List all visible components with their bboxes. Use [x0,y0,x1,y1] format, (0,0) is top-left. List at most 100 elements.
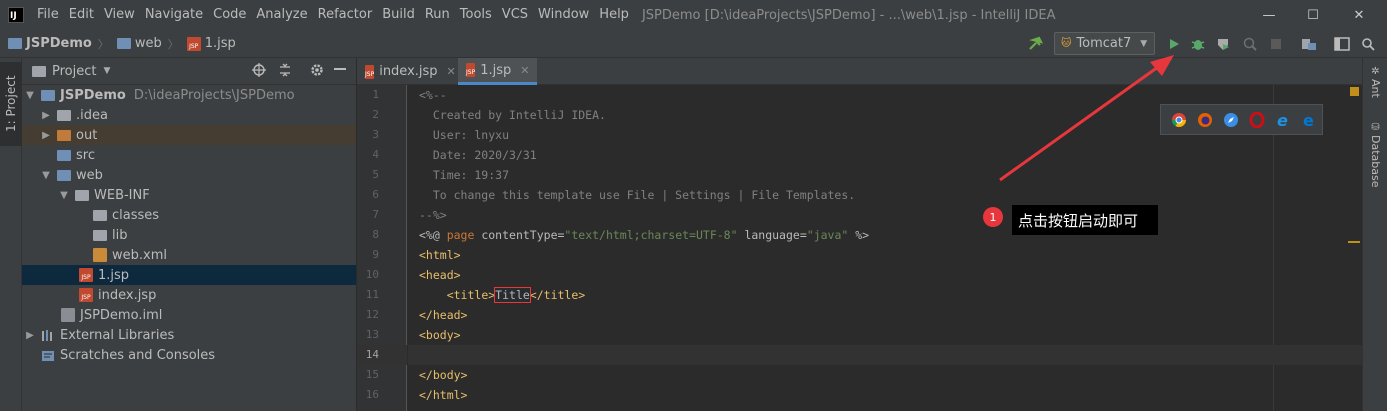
attribute-name: language= [737,228,807,242]
locate-target-icon[interactable] [252,63,266,81]
database-tab-label: Database [1369,135,1382,188]
search-button[interactable] [1357,33,1379,55]
code-line-7: --%> [419,208,447,222]
opera-icon[interactable] [1245,108,1269,132]
database-tool-tab[interactable]: ⛁ Database [1363,122,1387,192]
breadcrumb-file[interactable]: JSP 1.jsp [186,36,236,51]
profile-button[interactable] [1239,33,1261,55]
close-tab-icon[interactable]: ✕ [447,65,456,78]
error-stripe-marker[interactable] [1348,241,1360,243]
gear-icon[interactable] [310,63,324,81]
tab-1-jsp[interactable]: JSP 1.jsp ✕ [458,58,537,85]
editor-tab-bar: JSP index.jsp ✕ JSP 1.jsp ✕ [357,58,1362,85]
jsp-file-icon: JSP [466,63,476,77]
project-structure-icon [1302,39,1316,50]
tree-item-label: classes [112,207,160,223]
menu-vcs[interactable]: VCS [497,0,533,30]
line-number: 15 [365,368,379,381]
warning-marker-icon[interactable] [1350,87,1359,96]
menu-view[interactable]: View [99,0,140,30]
ant-tool-tab[interactable]: ✲ Ant [1363,66,1387,100]
tab-index-jsp[interactable]: JSP index.jsp ✕ [357,58,458,85]
chevron-right-icon[interactable]: ▶ [24,330,36,341]
tree-item-label: index.jsp [98,287,157,303]
tree-item-label: src [76,147,95,163]
menu-tools[interactable]: Tools [455,0,497,30]
tree-item-web[interactable]: ▼ web [22,165,356,185]
tree-item-scratches[interactable]: Scratches and Consoles [22,345,356,365]
tree-item-index-jsp[interactable]: JSP index.jsp [22,285,356,305]
close-tab-icon[interactable]: ✕ [520,64,529,77]
web-folder-icon [57,169,71,181]
tree-item-web-xml[interactable]: web.xml [22,245,356,265]
code-line-16: </html> [419,388,468,402]
line-number: 9 [372,248,379,261]
source-folder-icon [57,149,71,161]
breadcrumb-project[interactable]: JSPDemo 〉 [8,36,109,52]
menu-run[interactable]: Run [420,0,455,30]
shield-coverage-icon [1218,39,1229,50]
firefox-icon[interactable] [1193,108,1217,132]
profiler-icon [1243,37,1257,51]
ant-icon: ✲ [1370,66,1381,77]
menu-code[interactable]: Code [208,0,251,30]
tab-label: 1.jsp [480,62,512,78]
chevron-down-icon[interactable]: ▼ [40,170,52,181]
menu-analyze[interactable]: Analyze [251,0,312,30]
line-number: 7 [372,208,379,221]
tree-item-web-inf[interactable]: ▼ WEB-INF [22,185,356,205]
minimize-button[interactable]: — [1246,0,1292,30]
menu-file[interactable]: File [32,0,64,30]
attribute-value: "java" [806,228,849,242]
line-number-current: 14 [357,345,407,365]
debug-button[interactable] [1187,33,1209,55]
tree-item-label: Scratches and Consoles [60,347,216,363]
tree-item-idea[interactable]: ▶ .idea [22,105,356,125]
menu-edit[interactable]: Edit [64,0,99,30]
tree-item-src[interactable]: src [22,145,356,165]
title-text-highlight: Title [494,287,531,303]
maximize-button[interactable]: ☐ [1290,0,1336,30]
breadcrumb-web[interactable]: web 〉 [116,36,179,52]
line-number: 10 [365,268,379,281]
tree-item-iml[interactable]: JSPDemo.iml [22,305,356,325]
module-folder-icon [41,89,55,101]
tree-item-out[interactable]: ▶ out [22,125,356,145]
tree-item-external-libraries[interactable]: ▶ External Libraries [22,325,356,345]
tab-label: index.jsp [379,64,438,79]
menu-window[interactable]: Window [533,0,594,30]
search-everywhere-button[interactable] [1331,33,1353,55]
run-with-coverage-button[interactable] [1212,33,1234,55]
close-button[interactable]: ✕ [1336,0,1382,30]
line-number: 8 [372,228,379,241]
edge-icon[interactable]: e [1297,108,1321,132]
menu-build[interactable]: Build [377,0,420,30]
project-panel-title[interactable]: Project [52,64,96,79]
project-tool-tab[interactable]: 1: Project [0,62,22,146]
title-bar: IJ File Edit View Navigate Code Analyze … [0,0,1387,30]
chevron-down-icon[interactable]: ▼ [24,90,36,101]
annotation-arrow [999,55,1174,182]
hide-panel-icon[interactable] [334,68,346,70]
stop-button[interactable] [1265,33,1287,55]
menu-help[interactable]: Help [594,0,634,30]
tree-item-classes[interactable]: classes [22,205,356,225]
internet-explorer-icon[interactable]: e [1271,108,1295,132]
chevron-right-icon[interactable]: ▶ [40,110,52,121]
menu-refactor[interactable]: Refactor [313,0,378,30]
tree-item-jspdemo[interactable]: ▼ JSPDemo D:\ideaProjects\JSPDemo [22,85,356,105]
chevron-down-icon[interactable]: ▼ [103,66,110,76]
tree-item-1-jsp[interactable]: JSP 1.jsp [22,265,356,285]
tree-item-label: 1.jsp [98,267,130,283]
collapse-all-icon[interactable] [278,63,292,81]
tree-item-lib[interactable]: lib [22,225,356,245]
safari-icon[interactable] [1219,108,1243,132]
menu-navigate[interactable]: Navigate [140,0,208,30]
line-number: 1 [372,88,379,101]
chevron-right-icon[interactable]: ▶ [40,130,52,141]
right-tool-strip: ✲ Ant ⛁ Database [1362,58,1387,411]
chevron-down-icon[interactable]: ▼ [58,190,70,201]
project-structure-button[interactable] [1298,33,1320,55]
annotation-callout: 点击按钮启动即可 [1012,205,1158,235]
jsp-file-icon: JSP [365,64,375,79]
